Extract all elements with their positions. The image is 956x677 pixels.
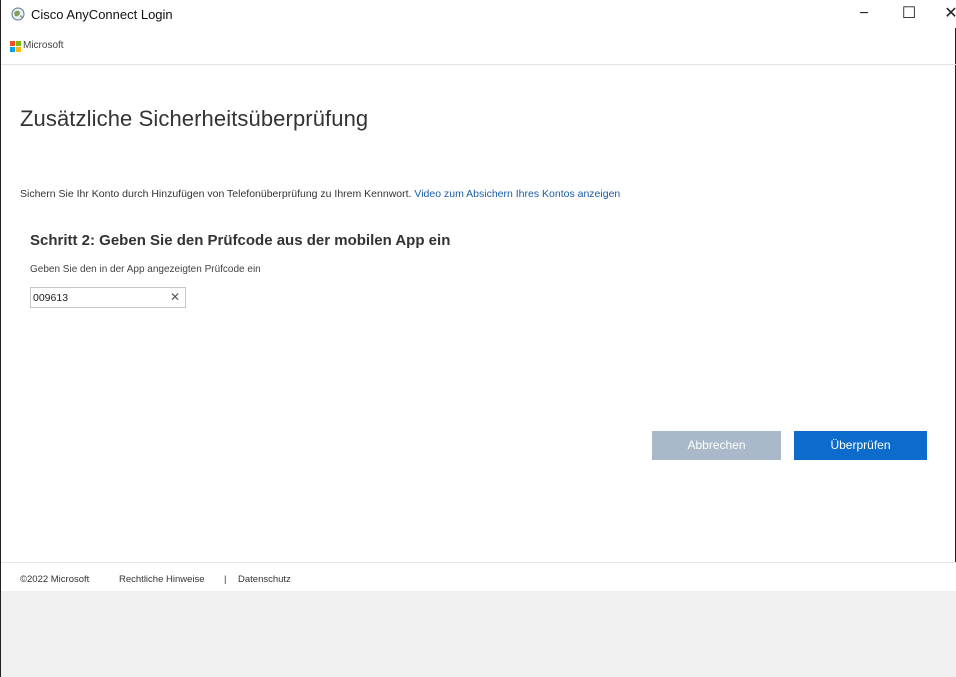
clear-input-icon[interactable]: ✕ — [170, 290, 180, 304]
step-heading: Schritt 2: Geben Sie den Prüfcode aus de… — [30, 232, 451, 249]
maximize-button[interactable]: ☐ — [889, 2, 929, 26]
window-titlebar: Cisco AnyConnect Login − ☐ ✕ — [1, 0, 956, 28]
code-input-container: ✕ — [30, 287, 186, 308]
legal-link[interactable]: Rechtliche Hinweise — [119, 574, 205, 585]
microsoft-logo-icon — [10, 41, 21, 52]
code-field-label: Geben Sie den in der App angezeigten Prü… — [30, 264, 261, 275]
microsoft-brand-text: Microsoft — [23, 40, 64, 51]
close-button[interactable]: ✕ — [931, 2, 956, 26]
verify-button[interactable]: Überprüfen — [794, 431, 927, 460]
video-link[interactable]: Video zum Absichern Ihres Kontos anzeige… — [414, 188, 620, 200]
cancel-button[interactable]: Abbrechen — [652, 431, 781, 460]
cisco-globe-icon — [11, 7, 25, 21]
window-title: Cisco AnyConnect Login — [31, 7, 173, 22]
copyright-text: ©2022 Microsoft — [20, 574, 90, 585]
description-body: Sichern Sie Ihr Konto durch Hinzufügen v… — [20, 188, 412, 200]
page-title: Zusätzliche Sicherheitsüberprüfung — [20, 106, 369, 131]
bottom-gray-area — [1, 591, 956, 677]
privacy-link[interactable]: Datenschutz — [238, 574, 291, 585]
verification-code-input[interactable] — [33, 289, 161, 306]
description-text: Sichern Sie Ihr Konto durch Hinzufügen v… — [20, 188, 620, 200]
minimize-button[interactable]: − — [844, 2, 884, 26]
footer: ©2022 Microsoft Rechtliche Hinweise | Da… — [1, 563, 956, 591]
header-divider — [1, 64, 956, 65]
microsoft-header: Microsoft — [1, 38, 956, 58]
footer-separator: | — [224, 574, 227, 585]
